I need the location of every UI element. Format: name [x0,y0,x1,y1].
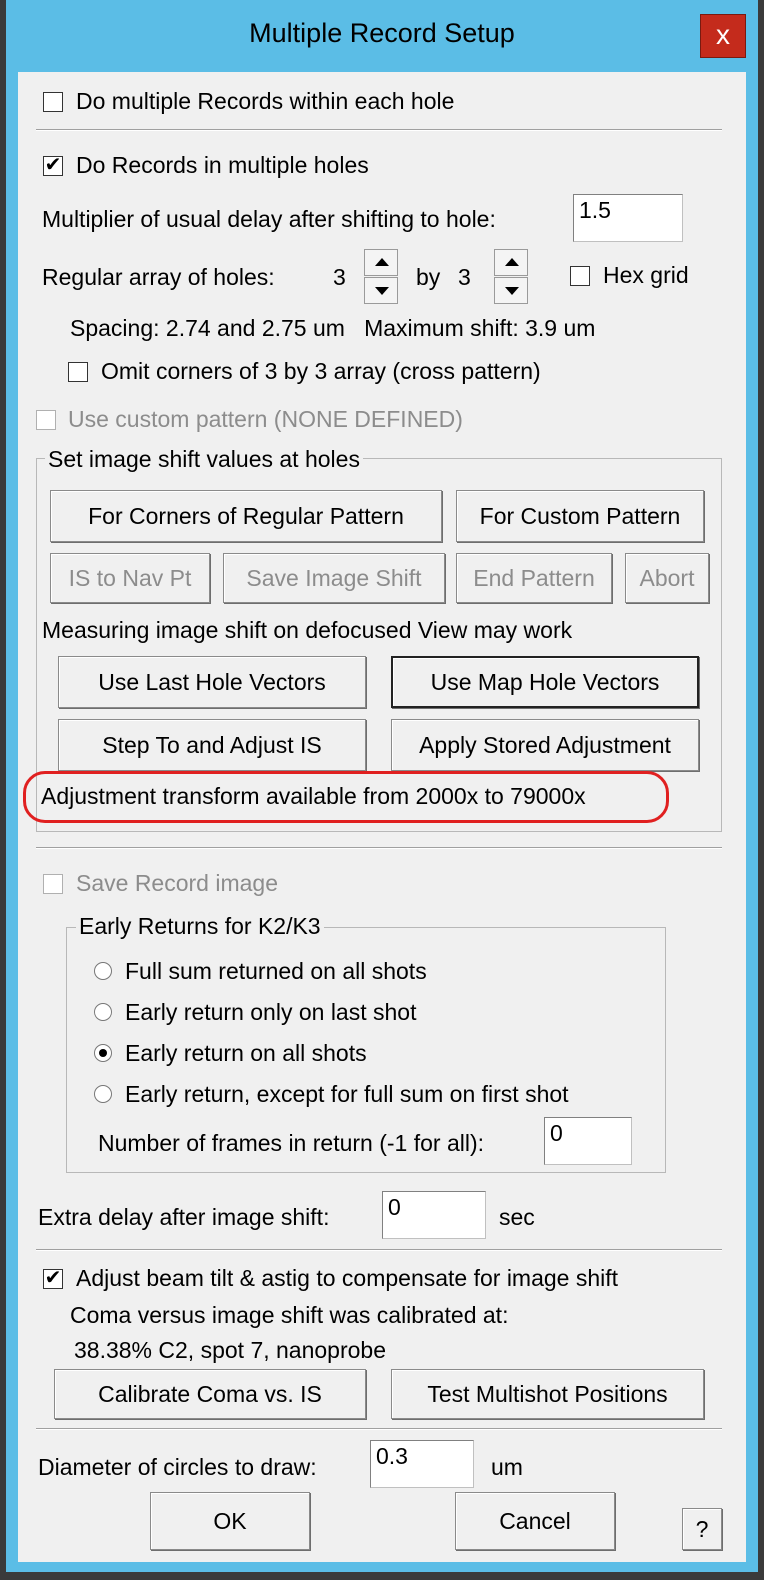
save-image-shift-button[interactable]: Save Image Shift [223,553,445,603]
is-to-nav-pt-button[interactable]: IS to Nav Pt [50,553,210,603]
divider [36,129,722,131]
hex-grid-label[interactable]: Hex grid [603,262,689,289]
array-x-value: 3 [333,264,346,290]
extra-delay-input[interactable]: 0 [382,1191,486,1239]
arrow-up-icon [375,258,389,266]
abort-button[interactable]: Abort [625,553,709,603]
radio-early-last-label[interactable]: Early return only on last shot [125,999,416,1026]
save-record-label[interactable]: Save Record image [76,870,278,897]
radio-early-except-first[interactable] [94,1085,112,1103]
divider [36,847,722,849]
defocus-note: Measuring image shift on defocused View … [42,617,573,643]
circle-diameter-label: Diameter of circles to draw: [38,1454,317,1480]
coma-calibration-settings: 38.38% C2, spot 7, nanoprobe [74,1337,387,1363]
custom-pattern-label[interactable]: Use custom pattern (NONE DEFINED) [68,406,463,433]
close-button[interactable]: x [700,14,746,58]
divider [36,1428,722,1430]
close-icon: x [716,19,730,50]
by-label: by [416,264,441,290]
ok-button[interactable]: OK [150,1492,310,1550]
frames-input[interactable]: 0 [544,1117,632,1165]
window-title: Multiple Record Setup [249,18,515,48]
divider [36,1249,722,1251]
beam-tilt-checkbox[interactable]: ✔ [43,1268,63,1289]
multi-holes-label[interactable]: Do Records in multiple holes [76,152,369,179]
radio-early-all[interactable] [94,1044,112,1062]
circle-diameter-input[interactable]: 0.3 [370,1440,474,1488]
omit-corners-checkbox[interactable] [68,362,88,382]
delay-multiplier-input[interactable]: 1.5 [573,194,683,242]
radio-early-except-first-label[interactable]: Early return, except for full sum on fir… [125,1081,569,1108]
use-last-hole-vectors-button[interactable]: Use Last Hole Vectors [58,656,366,708]
within-hole-label[interactable]: Do multiple Records within each hole [76,88,454,115]
radio-early-all-label[interactable]: Early return on all shots [125,1040,367,1067]
calibrate-coma-button[interactable]: Calibrate Coma vs. IS [54,1369,366,1419]
beam-tilt-label[interactable]: Adjust beam tilt & astig to compensate f… [76,1265,618,1292]
arrow-up-icon [505,258,519,266]
delay-multiplier-label: Multiplier of usual delay after shifting… [42,206,496,232]
omit-corners-label[interactable]: Omit corners of 3 by 3 array (cross patt… [101,358,541,385]
array-x-spinner[interactable] [364,249,398,305]
radio-early-last[interactable] [94,1003,112,1021]
extra-delay-unit: sec [499,1204,535,1230]
radio-full-sum[interactable] [94,962,112,980]
title-bar[interactable]: Multiple Record Setup x [6,0,758,76]
frames-label: Number of frames in return (-1 for all): [98,1130,485,1156]
cancel-button[interactable]: Cancel [455,1492,615,1550]
early-returns-title: Early Returns for K2/K3 [76,913,324,940]
hex-grid-checkbox[interactable] [570,266,590,286]
apply-stored-adjustment-button[interactable]: Apply Stored Adjustment [391,719,699,771]
end-pattern-button[interactable]: End Pattern [456,553,612,603]
spin-up-button[interactable] [494,249,528,276]
arrow-down-icon [375,287,389,295]
extra-delay-label: Extra delay after image shift: [38,1204,330,1230]
dialog-window: Multiple Record Setup x Do multiple Reco… [6,0,758,1572]
multi-holes-checkbox[interactable]: ✔ [43,155,63,176]
image-shift-group-title: Set image shift values at holes [45,446,363,473]
custom-pattern-button[interactable]: For Custom Pattern [456,490,704,542]
array-y-spinner[interactable] [494,249,528,305]
coma-calibration-text: Coma versus image shift was calibrated a… [70,1302,509,1328]
help-button[interactable]: ? [682,1508,722,1550]
highlight-annotation [23,771,669,823]
test-multishot-button[interactable]: Test Multishot Positions [391,1369,704,1419]
corners-regular-pattern-button[interactable]: For Corners of Regular Pattern [50,490,442,542]
dialog-client: Do multiple Records within each hole ✔ D… [18,72,746,1562]
array-y-value: 3 [458,264,471,290]
array-label: Regular array of holes: [42,264,275,290]
step-to-adjust-is-button[interactable]: Step To and Adjust IS [58,719,366,771]
arrow-down-icon [505,287,519,295]
spin-down-button[interactable] [364,277,398,304]
spacing-text: Spacing: 2.74 and 2.75 um Maximum shift:… [70,315,596,341]
circle-diameter-unit: um [491,1454,523,1480]
radio-full-sum-label[interactable]: Full sum returned on all shots [125,958,427,985]
within-hole-checkbox[interactable] [43,92,63,112]
custom-pattern-checkbox[interactable] [36,410,56,430]
save-record-checkbox[interactable] [43,874,63,894]
spin-up-button[interactable] [364,249,398,276]
spin-down-button[interactable] [494,277,528,304]
use-map-hole-vectors-button[interactable]: Use Map Hole Vectors [391,656,699,708]
